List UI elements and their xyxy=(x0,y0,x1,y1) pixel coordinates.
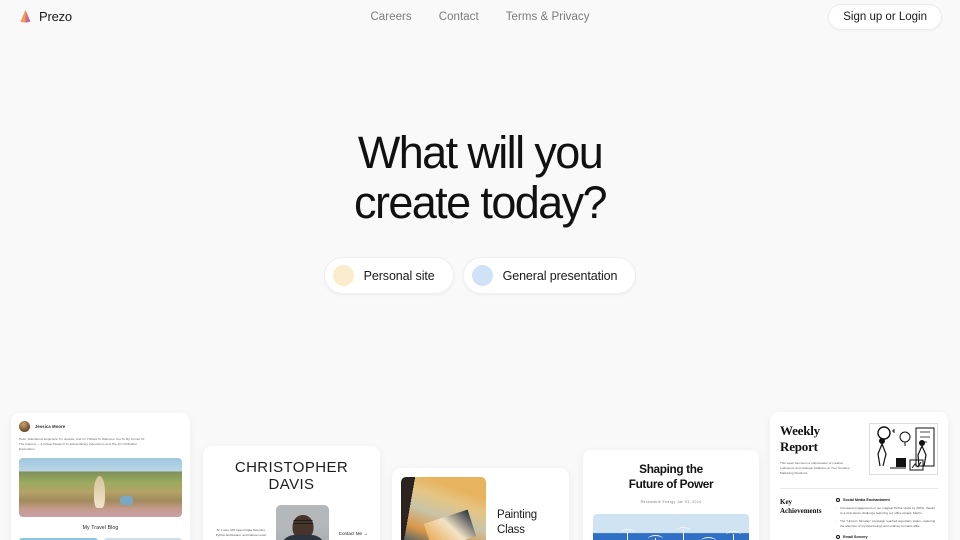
brand-name: Prezo xyxy=(39,9,72,24)
future-of-power-meta: Renewable Energy Jan 03, 2024 xyxy=(640,500,702,504)
template-card-weekly-report[interactable]: Weekly Report This week has been a rolle… xyxy=(770,412,948,540)
nav-link-contact[interactable]: Contact xyxy=(439,11,479,23)
weekly-report-bullet: - The "Unicorn Monday" campaign reached … xyxy=(836,519,938,528)
christopher-davis-body: St. Louis, MO based Data Scientist, Pyth… xyxy=(213,505,370,540)
weekly-report-bullet-text: Increased engagement on our magical TikT… xyxy=(840,506,935,515)
future-of-power-title-line-1: Shaping the xyxy=(639,462,703,476)
painting-class-title: Painting Class xyxy=(497,508,537,538)
weekly-report-section-header: Social Media Enchantment xyxy=(836,498,938,502)
nav-link-terms-privacy[interactable]: Terms & Privacy xyxy=(506,11,590,23)
choice-general-presentation[interactable]: General presentation xyxy=(462,257,637,294)
template-card-future-of-power[interactable]: Shaping the Future of Power Renewable En… xyxy=(583,450,759,540)
future-of-power-title: Shaping the Future of Power xyxy=(593,462,749,492)
painting-class-title-line-2: Class xyxy=(497,524,525,536)
weekly-report-bullet: - Increased engagement on our magical Ti… xyxy=(836,506,938,515)
hero-title-line-2: create today? xyxy=(354,177,607,228)
christopher-davis-bio: St. Louis, MO based Data Scientist, Pyth… xyxy=(215,528,267,537)
circle-bullet-icon xyxy=(836,498,840,502)
christopher-davis-portrait xyxy=(276,505,330,540)
weekly-report-heading-block: Weekly Report This week has been a rolle… xyxy=(780,423,855,476)
weekly-report-section-header: Email Sorcery xyxy=(836,535,938,540)
choice-personal-site-label: Personal site xyxy=(363,268,435,283)
weekly-report-title-line-2: Report xyxy=(780,438,818,454)
signup-login-button[interactable]: Sign up or Login xyxy=(828,3,942,30)
template-card-travel-blog[interactable]: Jessica Moore Hello, Wanderlust Explorer… xyxy=(11,413,190,540)
circle-bullet-icon xyxy=(836,535,840,540)
painting-class-image xyxy=(401,477,486,540)
personal-site-swatch-icon xyxy=(332,265,354,286)
choice-button-group: Personal site General presentation xyxy=(0,257,960,294)
travel-blog-author-name: Jessica Moore xyxy=(35,424,66,429)
dash-icon: - xyxy=(836,506,838,510)
avatar xyxy=(19,421,30,432)
choice-personal-site[interactable]: Personal site xyxy=(323,257,454,294)
key-label-line-2: Achievements xyxy=(780,507,822,515)
christopher-davis-contact-link: Contact Me → xyxy=(338,530,368,536)
weekly-report-title: Weekly Report xyxy=(780,423,855,454)
weekly-report-achievements: Key Achievements Social Media Enchantmen… xyxy=(780,498,938,540)
weekly-report-bullet-text: The "Unicorn Monday" campaign reached le… xyxy=(840,519,936,528)
weekly-report-section-heading: Email Sorcery xyxy=(843,535,868,540)
template-card-painting-class[interactable]: Painting Class xyxy=(392,468,569,540)
main-nav: Careers Contact Terms & Privacy xyxy=(0,11,960,23)
travel-blog-bio: Hello, Wanderlust Explorers! I'm Jessica… xyxy=(19,437,145,451)
hero-title-line-1: What will you xyxy=(357,127,604,178)
nav-link-careers[interactable]: Careers xyxy=(370,11,411,23)
travel-blog-caption: My Travel Blog xyxy=(82,525,119,531)
weekly-report-intro: This week has been a rollercoaster of cr… xyxy=(780,461,850,475)
painting-class-title-line-1: Painting xyxy=(497,509,537,521)
weekly-report-section: Social Media Enchantment - Increased eng… xyxy=(836,498,938,528)
key-label-line-1: Key xyxy=(780,498,793,506)
weekly-report-section: Email Sorcery - Successfully executed th… xyxy=(836,535,938,540)
future-of-power-image xyxy=(593,514,749,540)
office-people-illustration-icon xyxy=(877,426,935,471)
site-header: Prezo Careers Contact Terms & Privacy Si… xyxy=(0,0,960,33)
cone-logo-icon xyxy=(20,10,31,23)
page-title: What will you create today? xyxy=(0,128,960,228)
future-of-power-title-line-2: Future of Power xyxy=(628,477,714,491)
template-card-christopher-davis[interactable]: CHRISTOPHER DAVIS St. Louis, MO based Da… xyxy=(203,446,380,540)
travel-blog-author-row: Jessica Moore xyxy=(19,421,182,432)
choice-general-presentation-label: General presentation xyxy=(502,268,618,283)
weekly-report-header: Weekly Report This week has been a rolle… xyxy=(780,423,938,476)
weekly-report-title-line-1: Weekly xyxy=(780,423,820,438)
hero-section: What will you create today? Personal sit… xyxy=(0,128,960,294)
weekly-report-section-heading: Social Media Enchantment xyxy=(843,498,890,502)
dash-icon: - xyxy=(836,519,838,524)
christopher-davis-name: CHRISTOPHER DAVIS xyxy=(234,459,349,493)
brand-logo-link[interactable]: Prezo xyxy=(18,9,72,24)
weekly-report-section-list: Social Media Enchantment - Increased eng… xyxy=(836,498,938,540)
general-presentation-swatch-icon xyxy=(471,265,493,286)
weekly-report-illustration xyxy=(869,423,938,475)
painting-class-body: Painting Class xyxy=(401,477,560,540)
weekly-report-key-label: Key Achievements xyxy=(780,498,826,540)
weekly-report-divider xyxy=(780,488,938,489)
travel-blog-hero-image xyxy=(19,458,182,517)
